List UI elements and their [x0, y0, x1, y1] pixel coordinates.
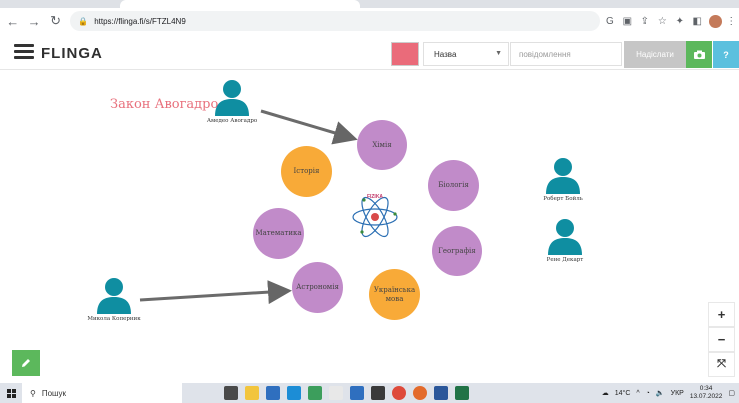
user-icon [548, 219, 582, 255]
person-name: Роберт Бойль [543, 196, 583, 202]
arrow-copernicus-astronomy [139, 280, 292, 305]
clock-time: 0:34 [699, 385, 713, 392]
fit-screen-button[interactable]: ⤧ [708, 352, 735, 377]
language-indicator[interactable]: УКР [671, 390, 684, 397]
person-avogadro[interactable]: Амедео Авогадро [202, 78, 262, 125]
search-icon: ⚲ [30, 388, 36, 398]
app-icon[interactable] [308, 386, 322, 400]
system-tray: ☁ 14°C ^ ◔ 🔈 УКР 0:34 13.07.2022 ▢ [602, 383, 735, 403]
zoom-out-button[interactable]: − [708, 327, 735, 352]
user-icon [215, 80, 249, 116]
chrome-icon[interactable] [392, 386, 406, 400]
bubble-biology[interactable]: Біологія [428, 160, 479, 211]
word-icon[interactable] [434, 386, 448, 400]
mail-icon[interactable] [350, 386, 364, 400]
file-explorer-icon[interactable] [245, 386, 259, 400]
person-copernicus[interactable]: Микола Коперник [84, 276, 144, 323]
clock[interactable]: 0:34 13.07.2022 [690, 385, 723, 401]
notifications-icon[interactable]: ▢ [728, 389, 735, 397]
person-name: Микола Коперник [87, 316, 141, 322]
arrow-avogadro-chemistry [260, 109, 358, 145]
screen: ← → ↻ 🔒 https://flinga.fi/s/FTZL4N9 G ▣ … [0, 0, 739, 403]
taskbar-search[interactable]: ⚲ Пошук [22, 383, 182, 403]
excel-icon[interactable] [455, 386, 469, 400]
user-icon [546, 158, 580, 194]
app-icon[interactable] [371, 386, 385, 400]
bubble-ukrainian[interactable]: Українська мова [369, 269, 420, 320]
edit-button[interactable] [12, 350, 40, 376]
bubble-math[interactable]: Математика [253, 208, 304, 259]
physics-atom-logo[interactable]: FIZIKA [348, 192, 402, 242]
windows-taskbar: ⚲ Пошук ☁ 14°C ^ ◔ 🔈 УКР 0:34 13.07.2022… [0, 383, 739, 403]
person-boyle[interactable]: Роберт Бойль [533, 156, 593, 203]
person-name: Рене Декарт [546, 257, 584, 263]
bubble-geography[interactable]: Географія [432, 226, 482, 276]
task-view-icon[interactable] [224, 386, 238, 400]
bubble-astronomy[interactable]: Астрономія [292, 262, 343, 313]
zoom-in-button[interactable]: + [708, 302, 735, 327]
volume-icon[interactable]: 🔈 [656, 389, 665, 397]
atom-logo-text: FIZIKA [367, 194, 383, 200]
tray-chevron-icon[interactable]: ^ [636, 390, 639, 397]
firefox-icon[interactable] [413, 386, 427, 400]
person-name: Амедео Авогадро [206, 118, 258, 124]
person-descartes[interactable]: Рене Декарт [535, 217, 595, 264]
network-icon[interactable]: ◔ [646, 390, 650, 397]
store-icon[interactable] [266, 386, 280, 400]
windows-start-icon[interactable] [0, 383, 22, 403]
taskbar-search-label: Пошук [41, 388, 66, 398]
temperature[interactable]: 14°C [615, 390, 631, 397]
pencil-icon [22, 359, 30, 367]
user-icon [97, 278, 131, 314]
edge-icon[interactable] [287, 386, 301, 400]
weather-icon[interactable]: ☁ [602, 389, 609, 397]
bubble-history[interactable]: Історія [281, 146, 332, 197]
document-icon[interactable] [329, 386, 343, 400]
bubble-chemistry[interactable]: Хімія [357, 120, 407, 170]
taskbar-apps [224, 386, 469, 400]
clock-date: 13.07.2022 [689, 393, 723, 400]
